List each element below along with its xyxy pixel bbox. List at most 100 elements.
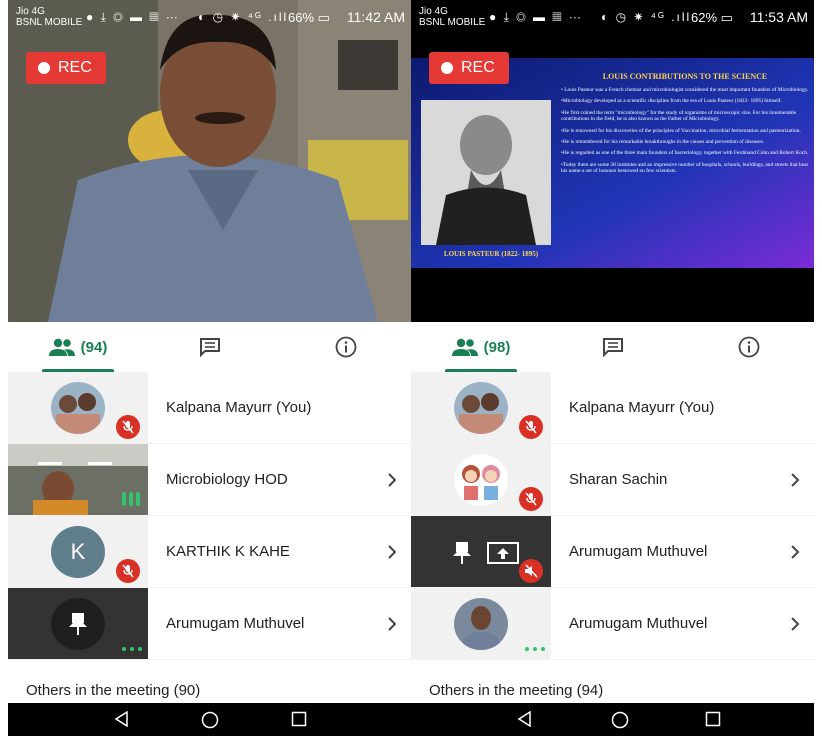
- tab-info[interactable]: [727, 322, 771, 372]
- mic-off-icon: [116, 559, 140, 583]
- battery-icon: ▭: [720, 10, 733, 25]
- speaker-video: [8, 0, 411, 322]
- slide-bullet: •He is regarded as one of the three main…: [561, 150, 809, 157]
- participant-row[interactable]: Microbiology HOD: [8, 444, 411, 516]
- tab-chat[interactable]: [188, 322, 232, 372]
- status-bar: Jio 4G BSNL MOBILE ● ⤓ ◎ ▬ ▦ ⋯ ◐ ◷ ✷ ⁴ᴳ …: [411, 0, 814, 34]
- pin-icon: [453, 542, 471, 564]
- carrier-line2: BSNL MOBILE: [16, 17, 83, 28]
- chevron-right-icon[interactable]: [387, 588, 397, 659]
- participant-row[interactable]: Kalpana Mayurr (You): [8, 372, 411, 444]
- participant-name: Microbiology HOD: [166, 471, 288, 488]
- tab-people[interactable]: (98): [441, 322, 521, 372]
- participant-row[interactable]: Kalpana Mayurr (You): [411, 372, 814, 444]
- participant-name: Arumugam Muthuvel: [166, 615, 305, 632]
- chevron-right-icon[interactable]: [387, 444, 397, 515]
- mic-off-icon: [116, 415, 140, 439]
- video-feed[interactable]: [8, 0, 411, 322]
- slide-text-area: LOUIS CONTRIBUTIONS TO THE SCIENCE • Lou…: [561, 72, 809, 175]
- notification-icons: ● ⤓ ◎ ▬ ▦ ⋯: [489, 10, 583, 24]
- participant-name: Kalpana Mayurr (You): [569, 399, 715, 416]
- recording-badge: REC: [429, 52, 509, 84]
- slide-bullet: •He first coined the term "microbiology"…: [561, 109, 797, 123]
- tab-people[interactable]: (94): [38, 322, 118, 372]
- info-icon: [335, 336, 357, 358]
- people-icon: [48, 338, 75, 356]
- chevron-right-icon[interactable]: [387, 516, 397, 587]
- slide-bullet: •He is remembered for his remarkable bre…: [561, 139, 765, 146]
- chat-icon: [200, 338, 220, 357]
- participant-row[interactable]: Sharan Sachin: [411, 444, 814, 516]
- meeting-tabs: (98): [411, 322, 814, 373]
- participant-name: Kalpana Mayurr (You): [166, 399, 312, 416]
- volume-off-icon: [519, 559, 543, 583]
- recents-icon[interactable]: [291, 711, 307, 732]
- participant-tile: [8, 588, 148, 659]
- back-icon[interactable]: [517, 710, 533, 732]
- others-in-meeting-heading: Others in the meeting (94): [429, 682, 604, 699]
- more-dots-icon: [122, 647, 142, 651]
- participant-row[interactable]: K KARTHIK K KAHE: [8, 516, 411, 588]
- speaking-indicator-icon: [122, 492, 140, 506]
- system-icons: ◐ ◷ ✷ ⁴ᴳ .ıll: [601, 10, 692, 24]
- meeting-screen-left: Jio 4G BSNL MOBILE ● ⤓ ◎ ▬ ▦ ⋯ ◐ ◷ ✷ ⁴ᴳ …: [8, 0, 411, 736]
- meeting-tabs: (94): [8, 322, 411, 373]
- present-screen-icon: [487, 542, 519, 564]
- chevron-right-icon[interactable]: [790, 444, 800, 515]
- participant-row[interactable]: Arumugam Muthuvel: [411, 516, 814, 588]
- carrier-line1: Jio 4G: [419, 6, 448, 17]
- notification-icons: ● ⤓ ◎ ▬ ▦ ⋯: [86, 10, 180, 24]
- home-icon[interactable]: [201, 711, 219, 734]
- home-icon[interactable]: [611, 711, 629, 734]
- more-dots-icon: [525, 647, 545, 651]
- meeting-screen-right: LOUIS CONTRIBUTIONS TO THE SCIENCE • Lou…: [411, 0, 814, 736]
- rec-label: REC: [58, 59, 92, 76]
- battery-icon: ▭: [317, 10, 330, 25]
- battery-percent: 66%: [288, 10, 315, 25]
- slide-bullet: •Today there are some 30 institutes and …: [561, 161, 809, 175]
- rec-label: REC: [461, 59, 495, 76]
- chevron-right-icon[interactable]: [790, 588, 800, 659]
- avatar: [454, 598, 508, 650]
- avatar: [454, 382, 508, 434]
- participant-count: (94): [80, 338, 108, 356]
- battery-percent: 62%: [691, 10, 718, 25]
- clock: 11:42 AM: [346, 9, 405, 25]
- slide-bullet: •He is renowned for his discoveries of t…: [561, 127, 801, 134]
- participant-name: Arumugam Muthuvel: [569, 615, 708, 632]
- tab-chat[interactable]: [591, 322, 635, 372]
- record-dot-icon: [441, 62, 453, 74]
- chevron-right-icon[interactable]: [790, 516, 800, 587]
- carrier-line1: Jio 4G: [16, 6, 45, 17]
- participant-row[interactable]: Arumugam Muthuvel: [411, 588, 814, 660]
- avatar: K: [51, 526, 105, 578]
- system-icons: ◐ ◷ ✷ ⁴ᴳ .ıll: [198, 10, 289, 24]
- others-in-meeting-heading: Others in the meeting (90): [26, 682, 201, 699]
- participant-list: Kalpana Mayurr (You) Sharan Sachin Arumu…: [411, 372, 814, 660]
- participant-name: KARTHIK K KAHE: [166, 543, 290, 560]
- status-bar: Jio 4G BSNL MOBILE ● ⤓ ◎ ▬ ▦ ⋯ ◐ ◷ ✷ ⁴ᴳ …: [8, 0, 411, 34]
- participant-name: Sharan Sachin: [569, 471, 668, 488]
- recording-badge: REC: [26, 52, 106, 84]
- system-nav-bar: [8, 703, 411, 736]
- participant-tile: [8, 372, 148, 443]
- avatar: [454, 454, 508, 506]
- back-icon[interactable]: [114, 710, 130, 732]
- recents-icon[interactable]: [705, 711, 721, 732]
- chat-icon: [603, 338, 623, 357]
- participant-row[interactable]: Arumugam Muthuvel: [8, 588, 411, 660]
- participant-tile: [411, 372, 551, 443]
- tab-info[interactable]: [324, 322, 368, 372]
- participant-name: Arumugam Muthuvel: [569, 543, 708, 560]
- participant-tile: K: [8, 516, 148, 587]
- participant-tile: [411, 516, 551, 587]
- participant-tile: [411, 444, 551, 515]
- pin-icon: [51, 598, 105, 650]
- participant-tile: [8, 444, 148, 515]
- slide-caption: LOUIS PASTEUR (1822- 1895): [443, 250, 539, 258]
- people-icon: [451, 338, 478, 356]
- slide-title: LOUIS CONTRIBUTIONS TO THE SCIENCE: [602, 72, 768, 81]
- mic-off-icon: [519, 487, 543, 511]
- slide-bullet: • Louis Pasteur was a French chemist and…: [561, 87, 809, 93]
- clock: 11:53 AM: [749, 9, 808, 25]
